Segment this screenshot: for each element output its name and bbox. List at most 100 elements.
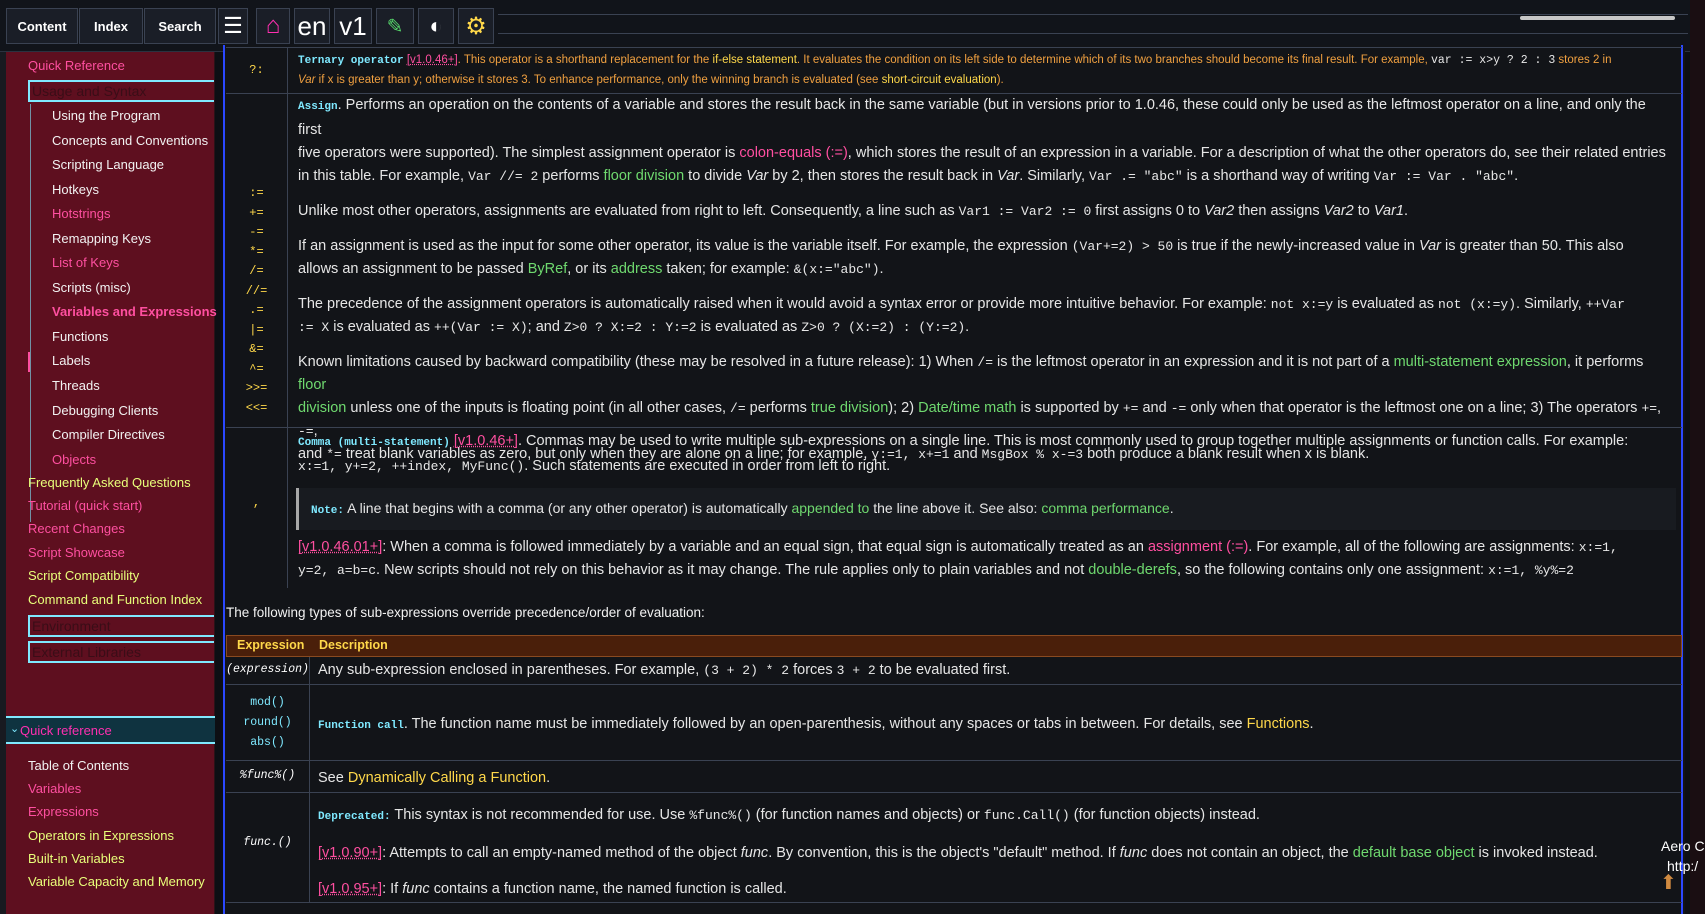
sidebar-item-script-compatibility[interactable]: Script Compatibility xyxy=(28,568,139,583)
selection-indicator xyxy=(28,352,30,372)
text: . Similarly, xyxy=(1516,296,1586,312)
sidebar-item-objects[interactable]: Objects xyxy=(52,452,96,467)
link[interactable]: floor xyxy=(298,377,326,393)
link[interactable]: assignment (:=) xyxy=(1148,539,1248,555)
function-name: round() xyxy=(243,716,292,729)
scroll-to-top-icon[interactable]: ⬆ xyxy=(1660,870,1677,895)
tab-search[interactable]: Search xyxy=(144,8,216,44)
sidebar-item-usage-and-syntax[interactable]: Usage and Syntax xyxy=(28,80,214,102)
gear-icon[interactable]: ⚙ xyxy=(458,8,494,44)
paragraph: Deprecated: This syntax is not recommend… xyxy=(318,797,1672,835)
link[interactable]: Functions xyxy=(1247,716,1310,732)
text: performs xyxy=(745,400,811,416)
tab-content[interactable]: Content xyxy=(6,8,78,44)
sidebar-item-operators[interactable]: Operators in Expressions xyxy=(28,828,174,843)
var-name: Var1 xyxy=(1373,203,1404,219)
link[interactable]: floor division xyxy=(604,168,685,184)
language-button[interactable]: en xyxy=(294,8,330,44)
sidebar-item-label: Environment xyxy=(32,618,111,634)
link[interactable]: short-circuit evaluation xyxy=(882,74,997,86)
sidebar-item-scripts-misc[interactable]: Scripts (misc) xyxy=(52,280,131,295)
menu-icon[interactable]: ☰ xyxy=(218,8,248,44)
version-link[interactable]: [v1.0.46+] xyxy=(454,433,518,449)
column-header: Expression xyxy=(237,638,305,652)
text: ). xyxy=(996,74,1004,86)
code: %func%() xyxy=(689,808,752,823)
sidebar-item-concepts[interactable]: Concepts and Conventions xyxy=(52,133,208,148)
link[interactable]: double-derefs xyxy=(1088,562,1177,578)
theme-toggle-icon[interactable]: ◐ xyxy=(418,8,454,44)
link[interactable]: comma performance xyxy=(1041,500,1169,516)
text: (for function objects) instead. xyxy=(1069,807,1260,823)
link[interactable]: multi-statement expression xyxy=(1394,354,1567,370)
sidebar-item-remapping-keys[interactable]: Remapping Keys xyxy=(52,231,151,246)
sidebar-item-debugging-clients[interactable]: Debugging Clients xyxy=(52,403,158,418)
quick-reference-header[interactable]: ⌄ Quick reference xyxy=(6,716,215,744)
code: x:=1, %y%=2 xyxy=(1488,563,1574,578)
operator-cell: , xyxy=(226,428,288,588)
text: if x is greater than y; otherwise it sto… xyxy=(315,74,882,86)
link[interactable]: Date/time math xyxy=(918,400,1016,416)
version-link[interactable]: [v1.0.95+] xyxy=(318,881,382,897)
sidebar-item-list-of-keys[interactable]: List of Keys xyxy=(52,255,119,270)
text: , it performs xyxy=(1566,354,1644,370)
edit-icon[interactable]: ✎ xyxy=(376,8,414,44)
toolbar-scrollbar[interactable] xyxy=(498,14,1688,34)
sidebar-item-variables[interactable]: Variables xyxy=(28,781,81,796)
sidebar-item-faq[interactable]: Frequently Asked Questions xyxy=(28,475,191,490)
link[interactable]: if-else statement xyxy=(713,54,797,66)
sidebar-item-quick-reference[interactable]: Quick Reference xyxy=(28,58,125,73)
link[interactable]: colon-equals (:=) xyxy=(739,145,847,161)
sidebar-item-recent-changes[interactable]: Recent Changes xyxy=(28,521,125,536)
link[interactable]: appended to xyxy=(791,500,869,516)
tab-index[interactable]: Index xyxy=(79,8,143,44)
text: . Such statements are executed in order … xyxy=(524,458,891,474)
text: forces xyxy=(789,662,837,678)
version-link[interactable]: [v1.0.90+] xyxy=(318,845,382,861)
version-button[interactable]: v1 xyxy=(334,8,372,44)
sidebar-item-script-showcase[interactable]: Script Showcase xyxy=(28,545,125,560)
sidebar-item-table-of-contents[interactable]: Table of Contents xyxy=(28,758,129,773)
description-cell: Function call. The function name must be… xyxy=(318,713,1672,738)
link[interactable]: true division xyxy=(811,400,888,416)
var-name: Var xyxy=(298,74,316,86)
sidebar-item-variables-and-expressions[interactable]: Variables and Expressions xyxy=(52,304,217,319)
link[interactable]: default base object xyxy=(1353,845,1475,861)
sidebar-item-environment[interactable]: Environment xyxy=(28,615,214,637)
sidebar-edge xyxy=(0,52,6,914)
link[interactable]: Dynamically Calling a Function xyxy=(348,770,546,786)
sidebar-item-hotkeys[interactable]: Hotkeys xyxy=(52,182,99,197)
sidebar-item-scripting-language[interactable]: Scripting Language xyxy=(52,157,164,172)
sidebar-item-command-index[interactable]: Command and Function Index xyxy=(28,592,202,607)
var-name: Var xyxy=(1418,238,1442,254)
link[interactable]: division xyxy=(298,400,346,416)
sidebar-item-built-in-variables[interactable]: Built-in Variables xyxy=(28,851,125,866)
link[interactable]: ByRef xyxy=(528,261,568,277)
toolbar-scroll-thumb[interactable] xyxy=(1520,16,1675,20)
sidebar-item-external-libraries[interactable]: External Libraries xyxy=(28,641,214,663)
code: &(x:="abc") xyxy=(793,262,880,277)
sidebar-item-threads[interactable]: Threads xyxy=(52,378,100,393)
home-icon[interactable]: ⌂ xyxy=(256,8,290,44)
sidebar-item-using-the-program[interactable]: Using the Program xyxy=(52,108,160,123)
sidebar-item-tutorial[interactable]: Tutorial (quick start) xyxy=(28,498,142,513)
sidebar-item-functions[interactable]: Functions xyxy=(52,329,108,344)
text: is true if the newly-increased value in xyxy=(1173,238,1419,254)
text: ); 2) xyxy=(888,400,919,416)
version-link[interactable]: [v1.0.46.01+] xyxy=(298,539,382,555)
text: : Attempts to call an empty-named method… xyxy=(382,845,741,861)
sidebar-item-compiler-directives[interactable]: Compiler Directives xyxy=(52,427,165,442)
operator-description: Comma (multi-statement) [v1.0.46+]. Comm… xyxy=(298,430,1672,478)
version-link[interactable]: [v1.0.46+] xyxy=(407,54,458,66)
link[interactable]: address xyxy=(611,261,663,277)
var-name: Var xyxy=(997,168,1020,184)
text: . xyxy=(879,261,884,277)
sidebar-item-labels[interactable]: Labels xyxy=(52,353,90,368)
sidebar-item-variable-capacity[interactable]: Variable Capacity and Memory xyxy=(28,874,205,889)
operator: := xyxy=(249,186,264,200)
sidebar-item-expressions[interactable]: Expressions xyxy=(28,804,99,819)
text: . For example, all of the following are … xyxy=(1248,539,1579,555)
sidebar-item-hotstrings[interactable]: Hotstrings xyxy=(52,206,111,221)
text: , xyxy=(1657,400,1662,416)
keyword: Ternary operator xyxy=(298,55,404,67)
